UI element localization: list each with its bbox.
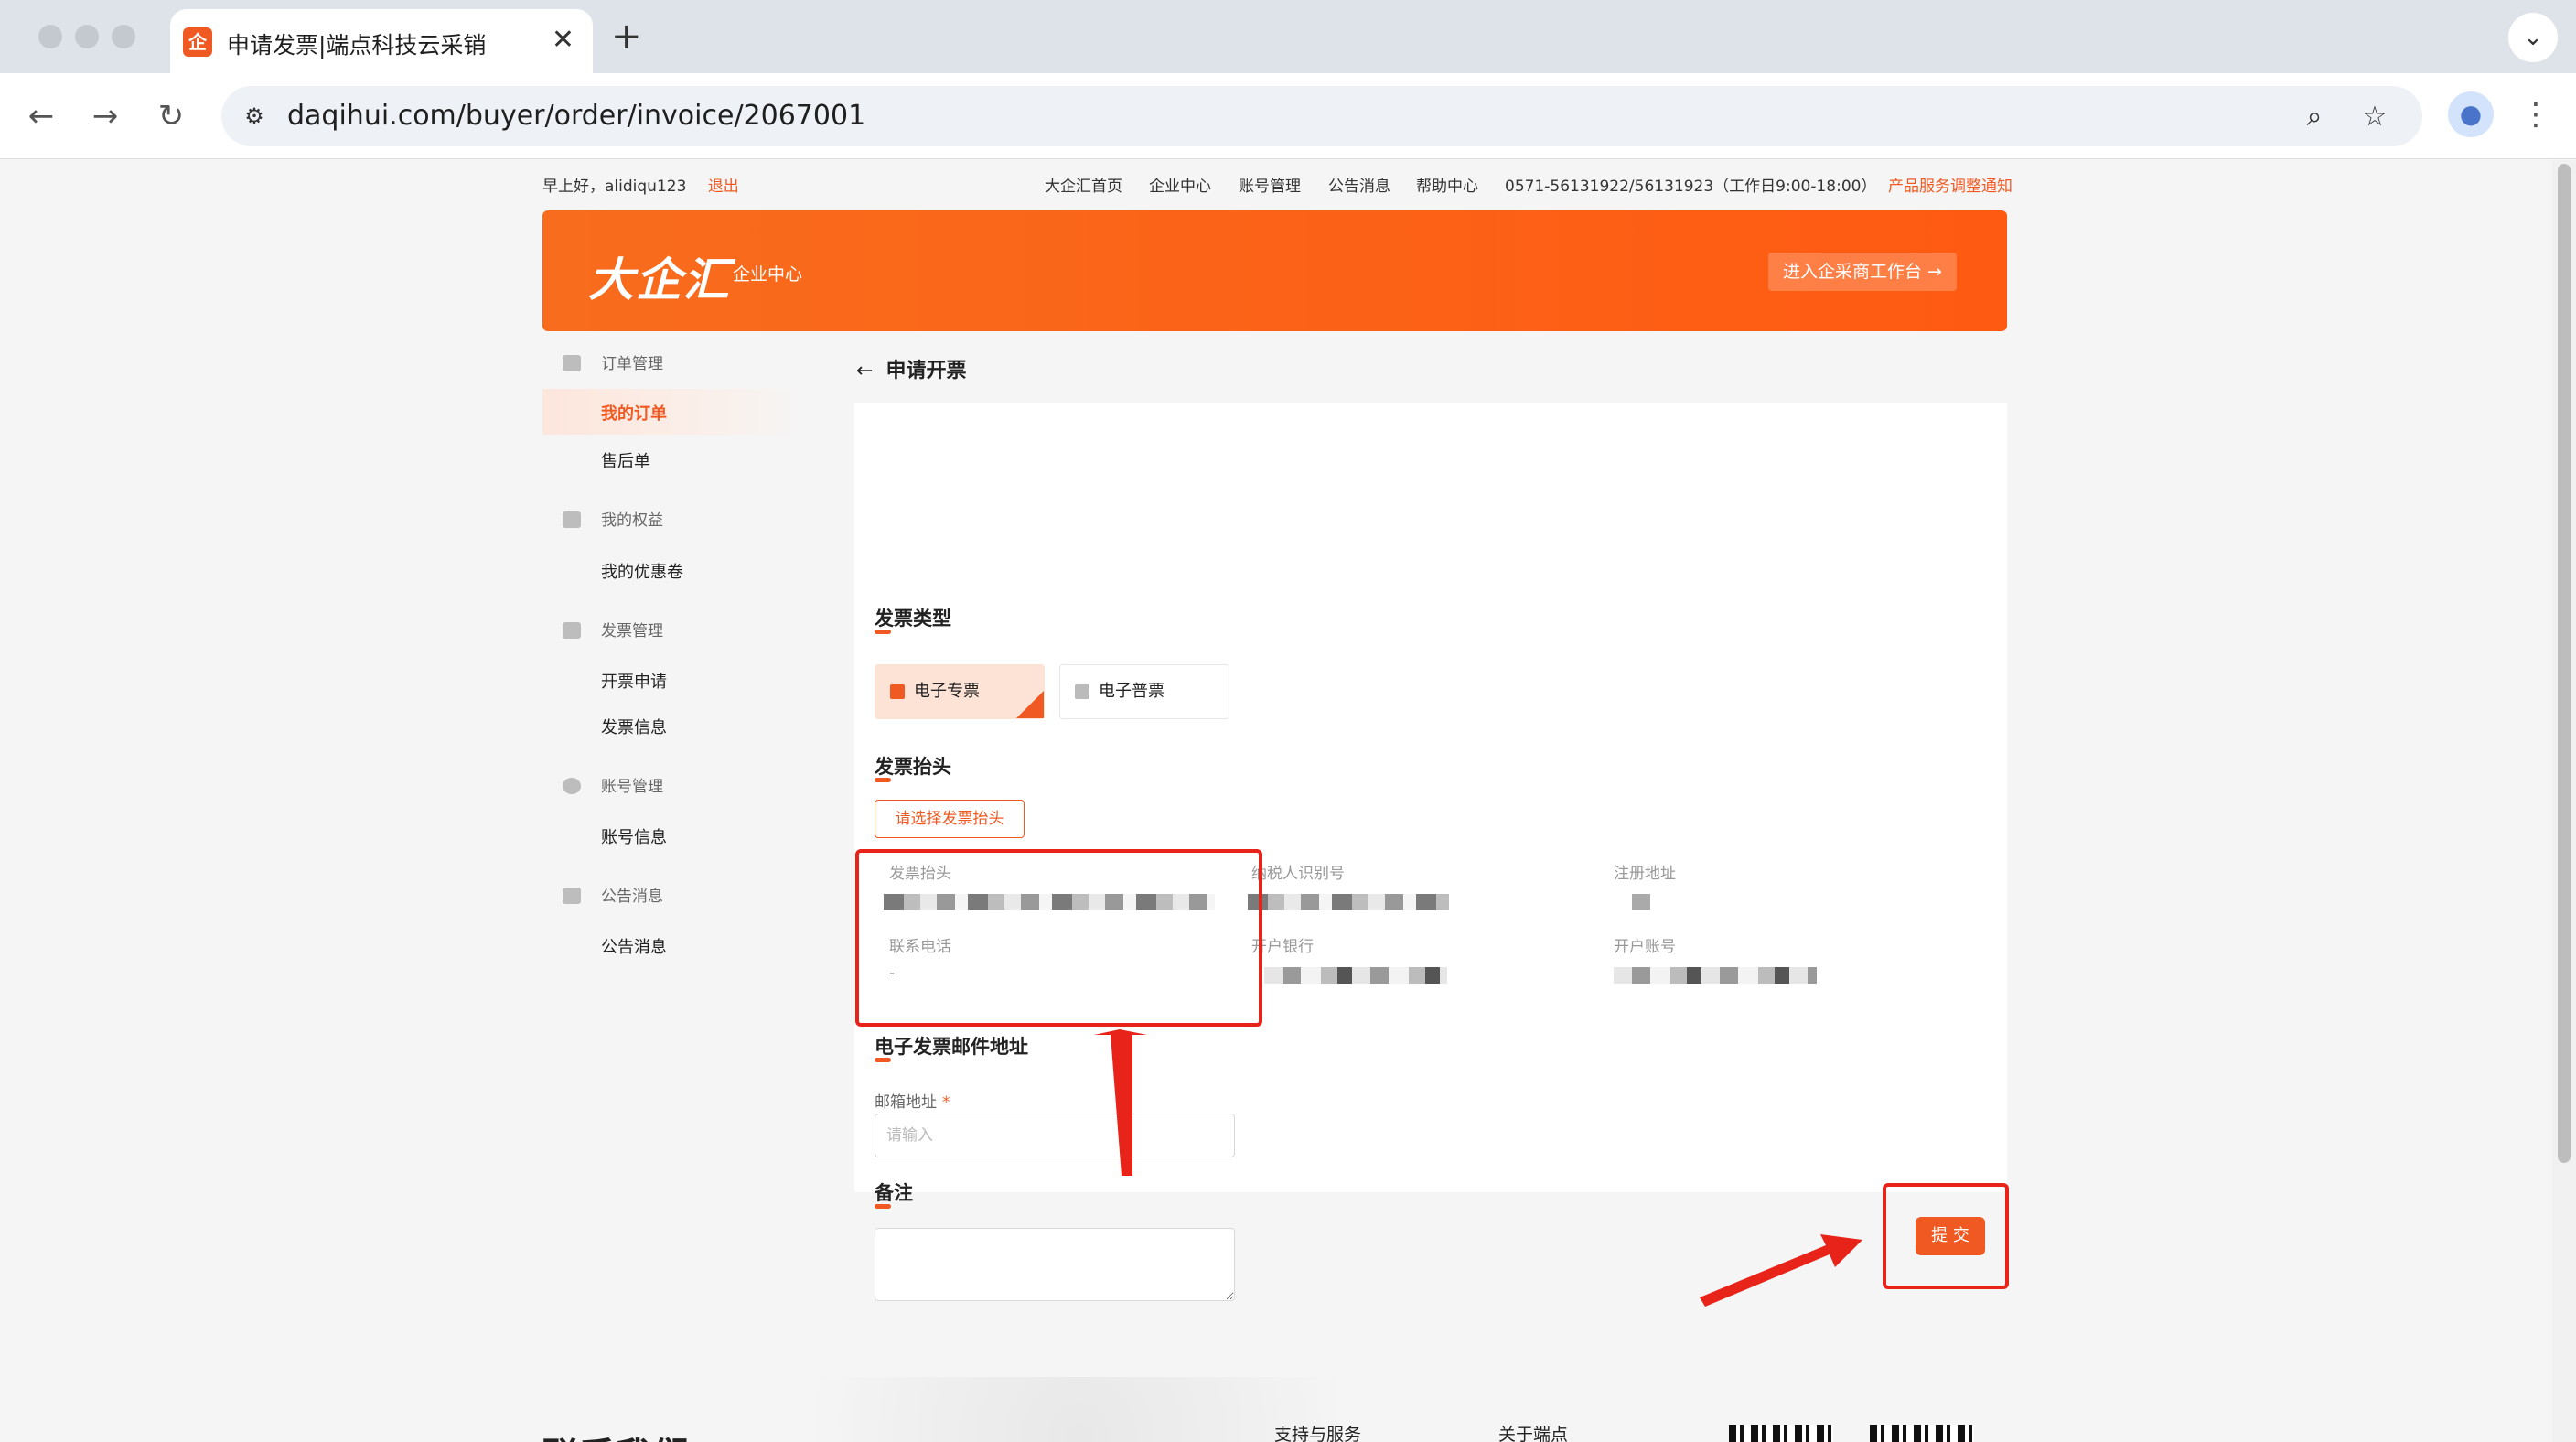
back-icon[interactable]: ←	[18, 93, 64, 139]
close-tab-icon[interactable]: ✕	[552, 24, 574, 57]
qr-code-image	[1729, 1425, 1833, 1442]
window-close-dot[interactable]	[38, 25, 62, 48]
scrollbar-thumb[interactable]	[2558, 164, 2571, 1163]
browser-tab-bar: 企 申请发票|端点科技云采销 ✕ + ⌄	[0, 0, 2576, 73]
forward-icon[interactable]: →	[82, 93, 128, 139]
browser-menu-icon[interactable]: ⋮	[2517, 91, 2554, 137]
new-tab-icon[interactable]: +	[611, 16, 642, 57]
footer-world-map	[695, 1377, 1336, 1442]
site-settings-icon[interactable]: ⚙	[240, 102, 269, 131]
zoom-icon[interactable]: ⌕	[2296, 99, 2333, 135]
tab-title: 申请发票|端点科技云采销	[227, 32, 487, 59]
qr-code-image	[1870, 1425, 1974, 1442]
web-page: 早上好，alidiqu123 退出 大企汇首页 企业中心 账号管理 公告消息 帮…	[0, 160, 2552, 1442]
browser-toolbar: ← → ↻ ⚙ daqihui.com/buyer/order/invoice/…	[0, 73, 2576, 159]
annotation-arrow-right	[1700, 1234, 1862, 1307]
window-minimize-dot[interactable]	[75, 25, 99, 48]
footer-about-heading: 关于端点	[1498, 1425, 1569, 1442]
annotation-arrow-up	[1094, 1029, 1147, 1176]
page-scrollbar[interactable]	[2552, 160, 2576, 1442]
favicon-icon: 企	[183, 27, 212, 57]
footer-support-heading: 支持与服务	[1274, 1425, 1362, 1442]
profile-avatar-icon[interactable]: ●	[2448, 91, 2494, 137]
annotation-arrows	[1094, 1029, 1862, 1307]
url-text[interactable]: daqihui.com/buyer/order/invoice/2067001	[287, 100, 865, 132]
footer-contact-title: 联系我们	[542, 1426, 689, 1442]
browser-tab[interactable]: 企 申请发票|端点科技云采销 ✕	[170, 9, 593, 73]
bookmark-star-icon[interactable]: ☆	[2356, 99, 2393, 135]
address-bar[interactable]: ⚙ daqihui.com/buyer/order/invoice/206700…	[221, 86, 2422, 146]
reload-icon[interactable]: ↻	[148, 93, 194, 139]
window-zoom-dot[interactable]	[112, 25, 135, 48]
tab-search-chevron-icon[interactable]: ⌄	[2508, 13, 2558, 62]
